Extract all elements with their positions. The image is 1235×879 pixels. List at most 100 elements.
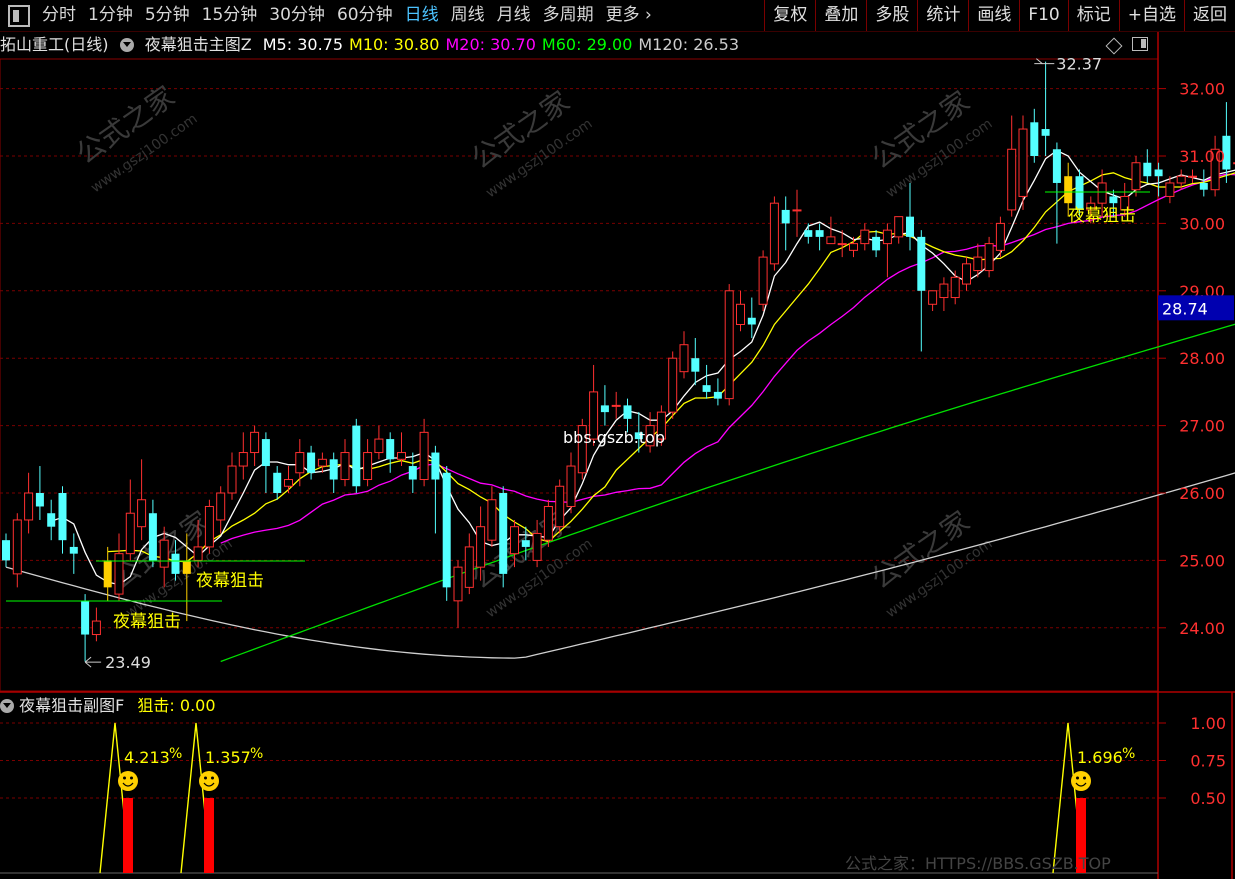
- period-tab-4[interactable]: 30分钟: [263, 0, 331, 31]
- candle-101: [1143, 162, 1152, 177]
- chart-tools: [1105, 37, 1148, 55]
- candlesticks: [2, 61, 1235, 662]
- candle-47: [532, 532, 542, 561]
- candle-16: [182, 560, 191, 574]
- candle-30: [340, 452, 350, 481]
- sub-indicator-dropdown-icon[interactable]: [0, 699, 14, 713]
- candle-2: [24, 492, 34, 521]
- price-tick-1: 31.00: [1179, 147, 1225, 166]
- toolbar-button-8[interactable]: 返回: [1184, 0, 1235, 31]
- period-tab-9[interactable]: 多周期: [537, 0, 600, 31]
- toolbar-button-4[interactable]: 画线: [968, 0, 1019, 31]
- candle-60: [679, 344, 689, 373]
- toolbar-button-3[interactable]: 统计: [917, 0, 968, 31]
- ma-value-0: M5: 30.75: [262, 35, 344, 54]
- price-tick-7: 25.00: [1179, 551, 1225, 570]
- center-watermark: bbs.gszb.top: [563, 428, 665, 447]
- candle-77: [872, 236, 881, 251]
- sub-value-label: 狙击:: [137, 696, 175, 715]
- sub-indicator-name[interactable]: 夜幕狙击副图F: [19, 696, 124, 715]
- price-tick-4: 28.00: [1179, 349, 1225, 368]
- candle-28: [317, 458, 327, 467]
- sub-bar-1: [204, 798, 214, 873]
- toolbar-button-1[interactable]: 叠加: [815, 0, 866, 31]
- toolbar-button-0[interactable]: 复权: [764, 0, 815, 31]
- candle-75: [849, 243, 858, 251]
- candle-83: [939, 283, 949, 299]
- period-tab-1[interactable]: 1分钟: [82, 0, 139, 31]
- sub-peak-0: [99, 722, 131, 874]
- candle-18: [204, 505, 214, 548]
- watermark-brand-4: 公式之家: [865, 504, 976, 595]
- period-tab-6[interactable]: 日线: [399, 0, 445, 31]
- watermark-site-5: www.gszj100.com: [123, 536, 235, 621]
- period-tab-2[interactable]: 5分钟: [139, 0, 196, 31]
- period-tabs: 分时 1分钟 5分钟 15分钟 30分钟 60分钟 日线 周线 月线 多周期 更多 ›: [36, 0, 658, 31]
- menu-icon[interactable]: [8, 4, 30, 27]
- current-price-box: [1158, 295, 1234, 321]
- candle-31: [352, 425, 361, 487]
- ma120-line: [5, 472, 1235, 659]
- current-price-label: 28.74: [1162, 299, 1208, 318]
- period-tab-7[interactable]: 周线: [445, 0, 491, 31]
- candle-9: [103, 560, 112, 588]
- candle-34: [386, 439, 395, 460]
- candle-3: [35, 493, 44, 507]
- indicator-dropdown-icon[interactable]: [119, 38, 134, 52]
- candle-6: [69, 546, 78, 554]
- candle-104: [1176, 175, 1186, 184]
- period-tab-3[interactable]: 15分钟: [196, 0, 264, 31]
- kline-chart[interactable]: 公式之家www.gszj100.com 公式之家www.gszj100.com 公式…: [0, 0, 1235, 879]
- smiley-icon-2: [1071, 771, 1091, 791]
- candle-106: [1199, 182, 1208, 190]
- price-tick-6: 26.00: [1179, 484, 1225, 503]
- sub-percent-sign-0: %: [169, 746, 182, 762]
- toolbar-button-5[interactable]: F10: [1019, 0, 1067, 31]
- candle-40: [453, 566, 463, 602]
- candle-88: [995, 222, 1005, 251]
- panel-toggle-icon[interactable]: [1132, 37, 1148, 51]
- candle-64: [724, 290, 734, 400]
- ma-value-4: M120: 26.53: [638, 35, 739, 54]
- candle-63: [713, 391, 722, 399]
- candle-59: [668, 357, 678, 413]
- watermark-site-1: www.gszj100.com: [483, 116, 595, 201]
- candle-20: [227, 465, 237, 494]
- candle-50: [566, 465, 576, 507]
- footer-watermark: 公式之家：HTTPS://BBS.GSZB.TOP: [845, 854, 1111, 873]
- indicator-name[interactable]: 夜幕狙击主图Z: [145, 35, 252, 54]
- ma-values: M5: 30.75 M10: 30.80 M20: 30.70 M60: 29.00 M…: [263, 35, 745, 54]
- candle-78: [882, 229, 892, 245]
- candle-39: [442, 472, 451, 588]
- candle-4: [47, 513, 56, 527]
- candle-56: [634, 432, 643, 440]
- candle-41: [464, 546, 474, 588]
- toolbar-button-2[interactable]: 多股: [866, 0, 917, 31]
- candle-52: [589, 391, 599, 440]
- candle-10: [114, 553, 124, 595]
- main-chart-info: 拓山重工(日线) 夜幕狙击主图Z M5: 30.75 M10: 30.80 M20:…: [0, 32, 751, 58]
- diamond-icon[interactable]: [1105, 37, 1123, 55]
- candle-76: [860, 229, 870, 245]
- period-tab-10[interactable]: 更多 ›: [600, 0, 658, 31]
- candle-27: [307, 452, 316, 473]
- candle-38: [431, 452, 440, 480]
- period-tab-8[interactable]: 月线: [491, 0, 537, 31]
- candle-44: [499, 493, 508, 574]
- price-tick-3: 29.00: [1179, 282, 1225, 301]
- watermark-site-0: www.gszj100.com: [88, 111, 200, 196]
- candle-43: [487, 499, 497, 541]
- sub-tick-1: 0.75: [1190, 752, 1226, 771]
- toolbar-button-7[interactable]: +自选: [1118, 0, 1184, 31]
- period-tab-5[interactable]: 60分钟: [331, 0, 399, 31]
- toolbar-button-6[interactable]: 标记: [1067, 0, 1119, 31]
- watermark-brand-0: 公式之家: [70, 79, 181, 170]
- candle-53: [600, 405, 609, 413]
- candle-45: [510, 526, 519, 555]
- candle-24: [273, 472, 282, 493]
- candle-48: [543, 505, 553, 541]
- candle-17: [193, 546, 203, 561]
- candle-66: [747, 317, 756, 325]
- period-tab-0[interactable]: 分时: [36, 0, 82, 31]
- candle-62: [702, 385, 711, 392]
